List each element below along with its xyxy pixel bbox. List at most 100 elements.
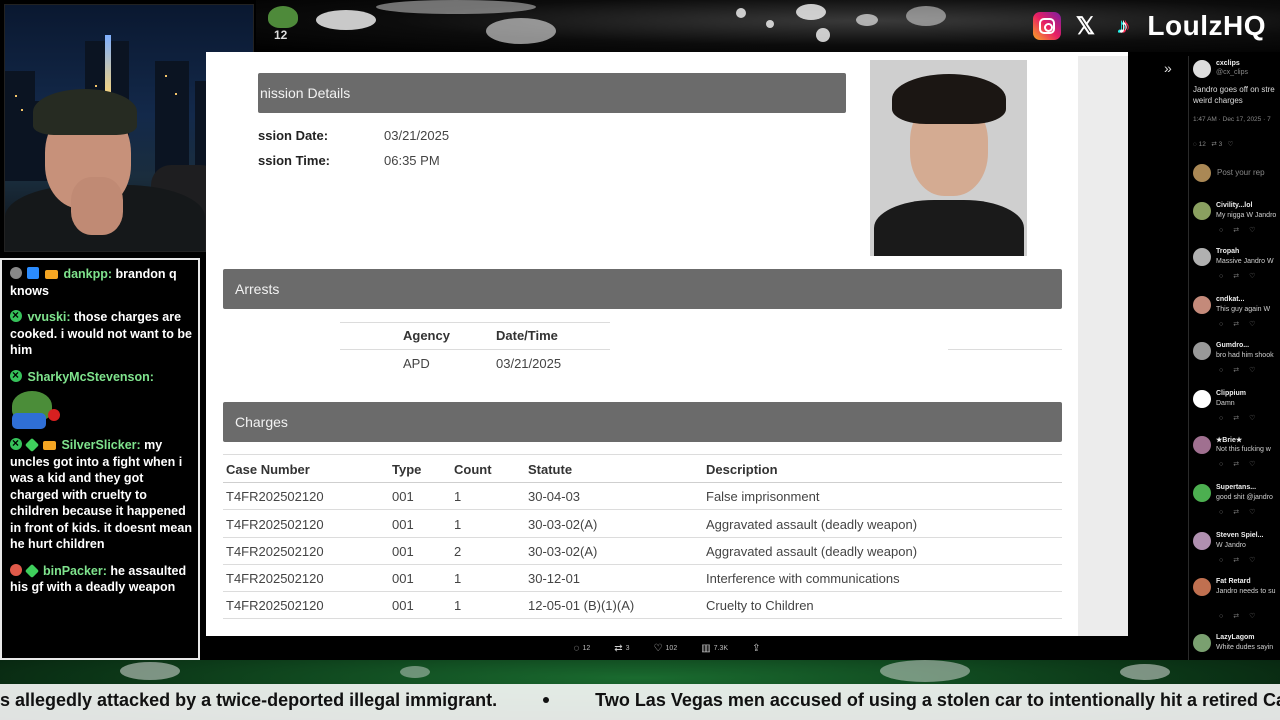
charge-count: 1 [454,571,462,586]
crown-badge-icon [44,270,58,279]
charges-col-count: Count [454,462,492,477]
reply-actions[interactable]: ○⇄♡ [1219,556,1265,564]
chat-message: dankpp: brandon q knows [10,266,192,299]
charge-statute: 30-12-01 [528,571,581,586]
arrest-date: 03/21/2025 [496,356,562,371]
reply-author[interactable]: cndkat... [1216,296,1244,303]
chat-message: binPacker: he assaulted his gf with a de… [10,563,192,596]
admission-date-label: ssion Date: [258,128,329,143]
reply-text: Damn [1216,400,1235,407]
repost-icon[interactable]: ⇄ [1211,141,1218,148]
tweet-thread: cxclips @cx_clips Jandro goes off on str… [1188,56,1280,660]
reply-author[interactable]: LazyLagom [1216,634,1255,641]
diamond-badge-icon [25,563,40,578]
charges-col-case: Case Number [226,462,310,477]
reply-actions[interactable]: ○⇄♡ [1219,366,1265,374]
repost-button[interactable]: ⇄ 3 [614,643,629,654]
reply-text: good shit @jandro [1216,494,1273,501]
heart-icon: ♡ [653,642,663,654]
reply-avatar[interactable] [1193,484,1211,502]
reply-avatar[interactable] [1193,634,1211,652]
chat-username: vvuski: [27,310,71,324]
arrests-col-agency: Agency [403,328,450,343]
reply-actions[interactable]: ○⇄♡ [1219,226,1265,234]
diamond-badge-icon [25,437,40,453]
charge-count: 2 [454,544,462,559]
charge-statute: 30-04-03 [528,489,581,504]
reply-text: Massive Jandro W [1216,258,1274,265]
reply-avatar[interactable] [1193,248,1211,266]
reply-avatar[interactable] [1193,532,1211,550]
chat-text: my uncles got into a fight when i was a … [10,438,192,551]
charge-description: False imprisonment [706,489,820,504]
reply-text: Not this fucking w [1216,446,1271,453]
admission-time-label: ssion Time: [258,153,331,168]
reply-count: 12 [1198,141,1206,148]
reply-text: White dudes sayin [1216,644,1274,651]
admission-date-value: 03/21/2025 [384,128,450,143]
streamer-hand [71,177,123,235]
reply-actions[interactable]: ○⇄♡ [1219,508,1265,516]
charge-type: 001 [392,517,414,532]
ticker-item: s allegedly attacked by a twice-deported… [0,690,498,710]
reply-author[interactable]: Supertans... [1216,484,1256,491]
like-icon[interactable]: ♡ [1228,141,1234,148]
top-banner: 𝕏 ♪ LoulzHQ [256,0,1280,52]
bar-chart-icon: ▥ [701,642,711,654]
reply-actions[interactable]: ○⇄♡ [1219,320,1265,328]
reply-author[interactable]: Fat Retard [1216,578,1251,585]
reply-count: 12 [582,644,591,652]
page-scroll-gutter[interactable] [1078,56,1128,636]
social-links: 𝕏 ♪ LoulzHQ [1033,8,1266,44]
reply-avatar[interactable] [1193,296,1211,314]
arrest-record-page: nission Details ssion Date: 03/21/2025 s… [206,52,1128,636]
charge-description: Aggravated assault (deadly weapon) [706,544,918,559]
chat-message: SharkyMcStevenson: [10,367,192,386]
ticker-item: Two Las Vegas men accused of using a sto… [595,690,1280,710]
reply-author[interactable]: Steven Spiel... [1216,532,1263,539]
reply-avatar[interactable] [1193,342,1211,360]
share-button[interactable]: ⇪ [752,643,760,654]
charge-description: Aggravated assault (deadly weapon) [706,517,918,532]
pepe-badge-number: 12 [274,28,288,42]
reply-author[interactable]: Gumdro... [1216,342,1249,349]
author-avatar[interactable] [1193,60,1211,78]
charge-type: 001 [392,598,414,613]
like-button[interactable]: ♡ 102 [654,643,678,654]
reply-icon: ◌ [573,642,580,654]
reply-avatar[interactable] [1193,202,1211,220]
charge-type: 001 [392,544,414,559]
share-icon: ⇪ [752,642,761,654]
crown-badge-icon [42,441,56,450]
reply-avatar[interactable] [1193,436,1211,454]
reply-actions[interactable]: ○⇄♡ [1219,612,1265,620]
reply-author[interactable]: Tropah [1216,248,1239,255]
reply-avatar[interactable] [1193,390,1211,408]
subscriber-badge-icon [27,267,40,279]
reply-button[interactable]: ◌ 12 [574,643,591,654]
reply-author[interactable]: Civility...lol [1216,202,1252,209]
reply-actions[interactable]: ○⇄♡ [1219,460,1265,468]
admission-time-value: 06:35 PM [384,153,440,168]
reply-actions[interactable]: ○⇄♡ [1219,272,1265,280]
chat-username: SilverSlicker: [61,438,141,452]
reply-text: Jandro needs to su [1216,588,1276,595]
reply-actions[interactable]: ○⇄♡ [1219,414,1265,422]
repost-icon: ⇄ [614,642,623,654]
charges-col-statute: Statute [528,462,573,477]
expand-chevron-icon[interactable]: » [1164,60,1172,76]
reply-avatar[interactable] [1193,578,1211,596]
twitter-panel: » cxclips @cx_clips Jandro goes off on s… [1128,56,1280,660]
reply-text: W Jandro [1216,542,1246,549]
reply-author[interactable]: ★Brie★ [1216,436,1242,444]
author-name[interactable]: cxclips [1216,60,1240,67]
reply-input[interactable]: Post your rep [1217,168,1265,177]
charge-count: 1 [454,489,462,504]
charge-description: Cruelty to Children [706,598,814,613]
chat-username: binPacker: [42,563,107,578]
views-button[interactable]: ▥ 7.3K [701,643,728,654]
reply-author[interactable]: Clippium [1216,390,1246,397]
green-badge-icon [10,307,22,324]
author-handle: @cx_clips [1216,69,1249,76]
stream-overlay: 𝕏 ♪ LoulzHQ 12 dankpp: brandon q knows ×… [0,0,1280,720]
